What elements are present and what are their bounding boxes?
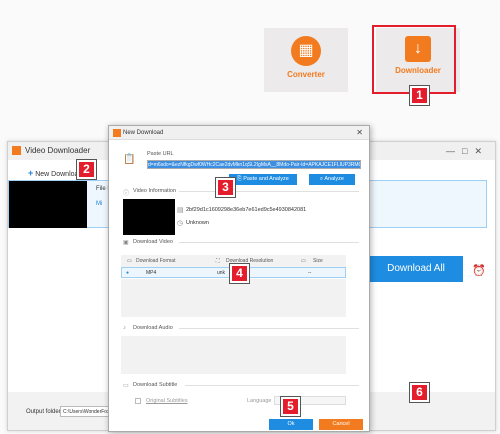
analyze-button[interactable]: ⌕ Analyze: [309, 174, 355, 185]
cancel-button[interactable]: Cancel: [319, 419, 363, 430]
mini-label: Mi: [96, 201, 103, 207]
language-label: Language: [247, 398, 272, 404]
paste-url-label: Paste URL: [147, 151, 174, 157]
plus-icon: +: [28, 168, 34, 178]
video-icon: ▣: [123, 240, 129, 246]
subtitle-icon: ▭: [123, 383, 129, 389]
download-audio-label: Download Audio: [133, 325, 173, 331]
paste-analyze-label: Paste and Analyze: [243, 176, 289, 182]
close-icon[interactable]: ✕: [356, 126, 363, 140]
download-subtitle-label: Download Subtitle: [133, 382, 178, 388]
film-icon: ▦: [291, 36, 321, 66]
video-info-label: Video Information: [133, 188, 177, 194]
step-badge-2: 2: [76, 159, 97, 180]
output-folder-label: Output folder:: [26, 409, 63, 415]
music-icon: ♪: [123, 325, 126, 331]
ok-button[interactable]: Ok: [269, 419, 313, 430]
row-resolution: unk: [217, 270, 226, 276]
divider: [185, 385, 359, 386]
original-subtitles-label: Original Subtitles: [146, 398, 188, 404]
divider: [179, 191, 359, 192]
alarm-clock-icon[interactable]: ⏰: [472, 264, 486, 277]
row-format: MP4: [146, 270, 157, 276]
step-badge-1: 1: [409, 85, 430, 106]
size-column-header: Size: [313, 258, 323, 264]
url-value: d=m6sdo=&ezNfkgDwf0WHc2Cae2dvMkn1qSL2IgM…: [148, 161, 360, 168]
paste-and-analyze-button[interactable]: ⎘ Paste and Analyze: [229, 174, 297, 185]
check-icon: ●: [126, 270, 130, 276]
video-duration: Unknown: [186, 220, 209, 226]
dialog-logo-icon: [113, 129, 121, 137]
converter-label: Converter: [287, 70, 325, 79]
divider: [179, 328, 359, 329]
app-logo-icon: [12, 146, 21, 155]
new-download-button[interactable]: + New Download: [28, 168, 82, 178]
clipboard-icon: 📋: [123, 154, 136, 165]
url-input[interactable]: d=m6sdo=&ezNfkgDwf0WHc2Cae2dvMkn1qSL2IgM…: [147, 160, 361, 169]
window-title: Video Downloader: [25, 146, 91, 155]
step-badge-6: 6: [409, 382, 430, 403]
window-controls[interactable]: —□✕: [446, 142, 489, 160]
format-column-icon: ▭: [127, 258, 132, 264]
download-all-button[interactable]: Download All: [369, 256, 463, 282]
download-video-label: Download Video: [133, 239, 173, 245]
step-badge-3: 3: [215, 177, 236, 198]
dialog-titlebar: New Download ✕: [109, 126, 369, 140]
video-id: 2bf29d1c1609298e36eb7e61ed9c5e4930842081: [186, 207, 307, 213]
format-column-header: Download Format: [136, 258, 176, 264]
video-thumbnail: [9, 181, 87, 228]
size-column-icon: ▭: [301, 258, 306, 264]
info-icon: ⓘ: [123, 191, 130, 197]
downloader-highlight: [372, 25, 456, 94]
file-icon: ▤: [177, 207, 184, 214]
analyze-label: Analyze: [324, 176, 344, 182]
video-preview: [123, 199, 175, 235]
clock-icon: ◷: [177, 220, 184, 227]
row-size: --: [308, 270, 312, 276]
step-badge-5: 5: [280, 396, 301, 417]
converter-tile[interactable]: ▦ Converter: [264, 28, 348, 92]
step-badge-4: 4: [229, 263, 250, 284]
format-table-body: [121, 279, 346, 317]
audio-list: [121, 336, 346, 374]
divider: [179, 242, 359, 243]
new-download-label: New Download: [35, 171, 83, 178]
output-folder-input[interactable]: C:\Users\WonderFox\Do: [60, 406, 114, 417]
dialog-title: New Download: [123, 130, 164, 136]
original-subtitles-checkbox[interactable]: [135, 398, 141, 404]
resolution-column-icon: ⛶: [216, 258, 220, 264]
